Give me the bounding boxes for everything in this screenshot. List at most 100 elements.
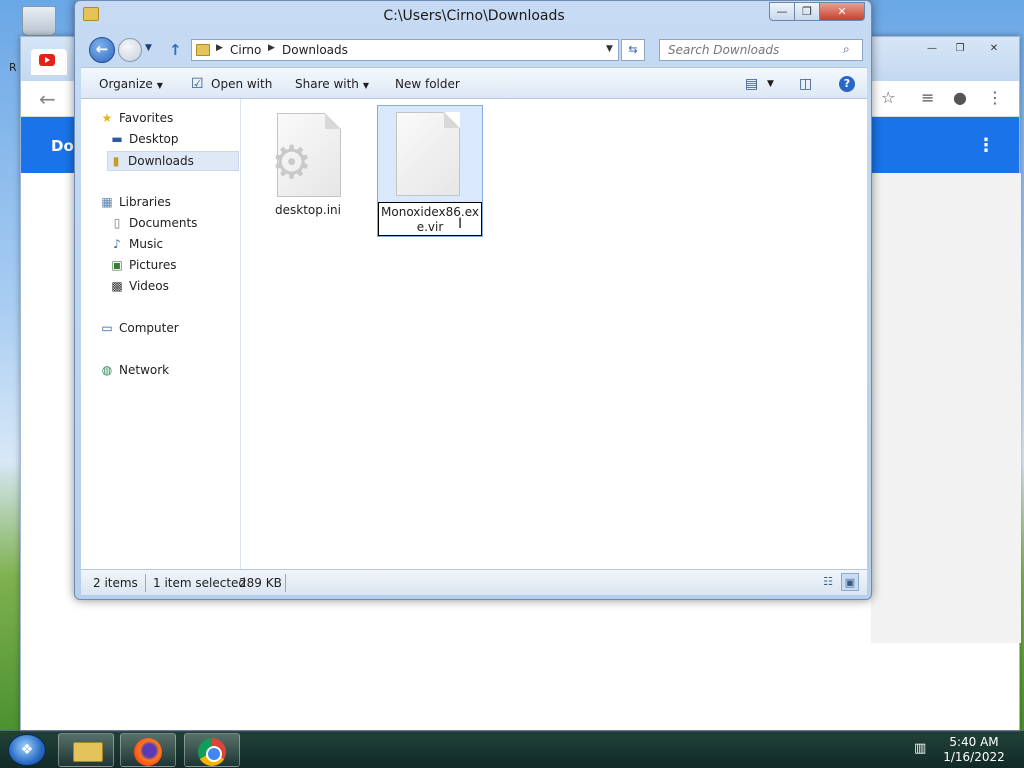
nav-downloads[interactable]: ▮ Downloads <box>107 151 239 171</box>
share-with-label: Share with <box>295 77 359 91</box>
file-item-monoxidex86[interactable]: Monoxidex86.exe.vir I <box>377 105 483 237</box>
chevron-down-icon: ▼ <box>156 81 163 90</box>
status-divider <box>145 574 146 592</box>
documents-icon: ▯ <box>113 216 121 230</box>
system-clock[interactable]: 5:40 AM 1/16/2022 <box>942 735 1006 765</box>
breadcrumb-separator-icon[interactable]: ▶ <box>268 43 275 53</box>
browser-minimize-icon[interactable]: — <box>919 41 945 57</box>
change-view-icon[interactable]: ▤ <box>745 76 758 92</box>
search-input[interactable] <box>659 39 863 61</box>
address-folder-icon <box>196 44 210 56</box>
breadcrumb-separator-icon[interactable]: ▶ <box>216 43 223 53</box>
downloads-page-title: Do <box>51 137 74 155</box>
nav-favorites[interactable]: ★ Favorites <box>99 109 174 129</box>
bookmark-star-icon[interactable]: ☆ <box>881 88 895 107</box>
refresh-button[interactable]: ⇆ <box>621 39 645 61</box>
forward-button[interactable] <box>118 38 142 62</box>
gear-icon: ⚙ <box>271 135 313 189</box>
taskbar-chrome-button[interactable] <box>184 733 240 767</box>
status-divider <box>285 574 286 592</box>
history-dropdown-icon[interactable]: ▼ <box>145 43 152 53</box>
nav-computer[interactable]: ▭ Computer <box>99 319 179 339</box>
recycle-bin-icon[interactable] <box>22 6 56 36</box>
breadcrumb-cirno[interactable]: Cirno <box>230 43 261 57</box>
profile-avatar-icon[interactable]: ● <box>953 88 967 107</box>
open-with-icon: ☑ <box>191 76 204 92</box>
text-cursor-icon: I <box>458 216 463 232</box>
status-item-count: 2 items <box>93 576 138 590</box>
nav-desktop[interactable]: ▬ Desktop <box>109 130 178 150</box>
star-icon: ★ <box>101 111 113 125</box>
videos-icon: ▩ <box>111 279 123 293</box>
taskbar: ❖ ▥ 5:40 AM 1/16/2022 <box>0 730 1024 768</box>
nav-pictures[interactable]: ▣ Pictures <box>109 256 177 276</box>
view-options-chevron-icon[interactable]: ▼ <box>767 79 774 89</box>
preview-pane-icon[interactable]: ◫ <box>799 76 812 92</box>
clock-time: 5:40 AM <box>949 735 999 749</box>
maximize-button[interactable]: ❐ <box>794 2 820 21</box>
organize-button[interactable]: Organize ▼ <box>99 77 163 91</box>
start-button[interactable]: ❖ <box>8 734 46 766</box>
details-view-icon[interactable]: ☷ <box>819 573 837 591</box>
rename-input[interactable]: Monoxidex86.exe.vir <box>378 202 482 236</box>
address-bar[interactable]: ▶ Cirno ▶ Downloads ▼ <box>191 39 619 61</box>
large-icons-view-icon[interactable]: ▣ <box>841 573 859 591</box>
new-folder-button[interactable]: New folder <box>395 77 460 91</box>
window-title: C:\Users\Cirno\Downloads <box>383 8 565 24</box>
minimize-button[interactable]: — <box>769 2 795 21</box>
command-bar: Organize ▼ ☑ Open with Share with ▼ New fo… <box>81 67 867 99</box>
close-button[interactable]: ✕ <box>819 2 865 21</box>
browser-back-icon[interactable]: ← <box>39 87 56 111</box>
explorer-window: C:\Users\Cirno\Downloads — ❐ ✕ ← ▼ ↑ ▶ C… <box>74 0 872 600</box>
status-size: 289 KB <box>239 576 282 590</box>
chevron-down-icon: ▼ <box>362 81 370 90</box>
file-item-desktop-ini[interactable]: ⚙ desktop.ini <box>261 109 355 219</box>
browser-maximize-icon[interactable]: ❐ <box>947 41 973 57</box>
desktop-icon: ▬ <box>111 132 123 146</box>
file-list: ⚙ desktop.ini Monoxidex86.exe.vir I <box>241 99 867 569</box>
page-background-panel <box>871 173 1021 643</box>
nav-libraries-label: Libraries <box>119 195 171 209</box>
network-tray-icon[interactable]: ▥ <box>914 741 926 756</box>
browser-menu-icon[interactable]: ⋮ <box>987 88 1003 107</box>
organize-label: Organize <box>99 77 153 91</box>
nav-music[interactable]: ♪ Music <box>109 235 163 255</box>
address-dropdown-icon[interactable]: ▼ <box>606 44 613 54</box>
libraries-icon: ▦ <box>101 195 113 209</box>
nav-network-label: Network <box>119 363 170 377</box>
open-with-button[interactable]: Open with <box>211 77 272 91</box>
nav-network[interactable]: ◍ Network <box>99 361 169 381</box>
taskbar-firefox-button[interactable] <box>120 733 176 767</box>
chrome-icon <box>198 738 226 766</box>
youtube-icon <box>39 54 55 66</box>
computer-icon: ▭ <box>101 321 113 335</box>
status-selected: 1 item selected <box>153 576 247 590</box>
nav-videos[interactable]: ▩ Videos <box>109 277 169 297</box>
breadcrumb-downloads[interactable]: Downloads <box>282 43 348 57</box>
downloads-menu-icon[interactable]: ⋮ <box>977 135 995 156</box>
explorer-folder-icon <box>73 742 103 762</box>
browser-edge-text: R <box>9 61 17 74</box>
nav-libraries[interactable]: ▦ Libraries <box>99 193 171 213</box>
nav-favorites-label: Favorites <box>119 111 174 125</box>
navigation-pane: ★ Favorites ▬ Desktop ▮ Downloads ▦ Librarie… <box>81 99 241 569</box>
nav-documents[interactable]: ▯ Documents <box>109 214 198 234</box>
back-button[interactable]: ← <box>89 37 115 63</box>
status-bar: 2 items 1 item selected 289 KB ☷ ▣ <box>81 569 867 595</box>
pictures-icon: ▣ <box>111 258 123 272</box>
nav-pictures-label: Pictures <box>129 258 177 272</box>
help-icon[interactable]: ? <box>839 76 855 92</box>
music-icon: ♪ <box>113 237 121 251</box>
network-icon: ◍ <box>101 363 113 377</box>
nav-documents-label: Documents <box>129 216 198 230</box>
search-icon[interactable]: ⌕ <box>843 42 850 57</box>
nav-computer-label: Computer <box>119 321 179 335</box>
blank-file-icon <box>396 112 460 196</box>
browser-close-icon[interactable]: ✕ <box>981 41 1007 57</box>
share-with-button[interactable]: Share with ▼ <box>295 77 369 91</box>
up-arrow-icon[interactable]: ↑ <box>169 41 182 59</box>
media-queue-icon[interactable]: ≡ <box>921 88 934 107</box>
nav-videos-label: Videos <box>129 279 169 293</box>
nav-downloads-label: Downloads <box>128 154 194 168</box>
taskbar-explorer-button[interactable] <box>58 733 114 767</box>
